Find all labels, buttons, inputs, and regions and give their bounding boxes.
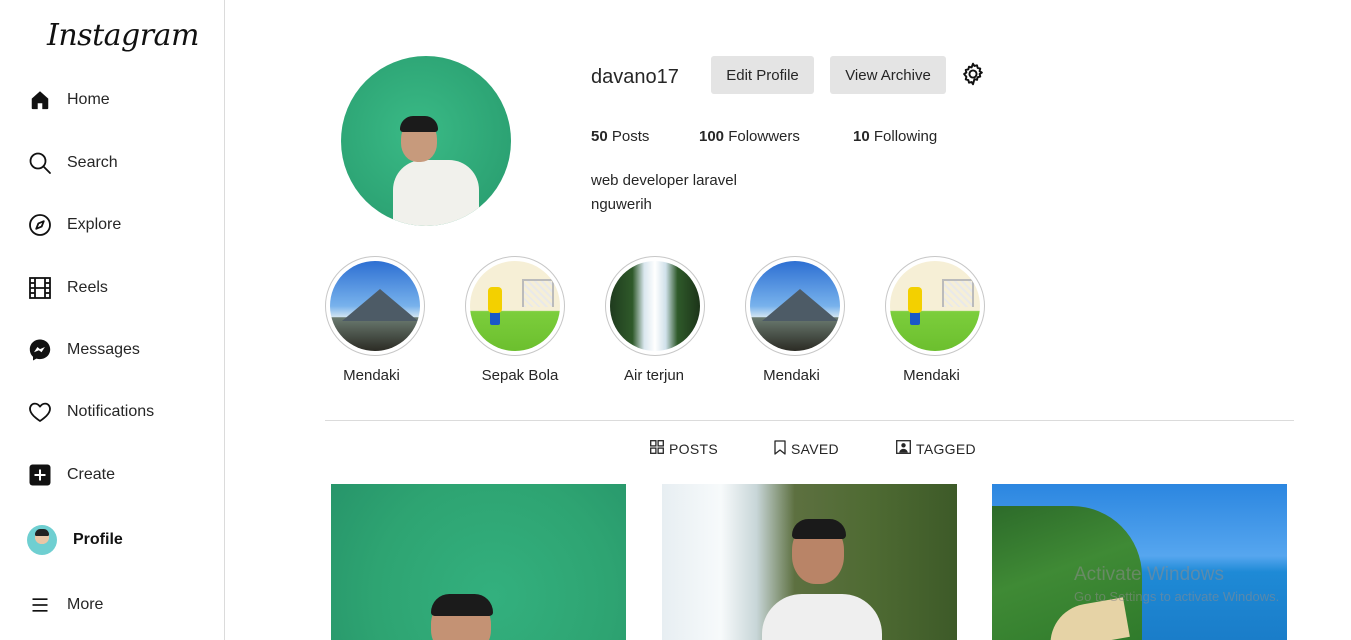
highlight-label: Air terjun (623, 367, 685, 384)
search-icon (27, 150, 53, 176)
highlight-label: Mendaki (903, 367, 960, 384)
sidebar-item-search[interactable]: Search (27, 148, 118, 178)
sidebar-item-label: Messages (67, 341, 140, 358)
following-count-value: 10 (853, 128, 870, 145)
sidebar-item-label: Notifications (67, 403, 155, 420)
sidebar-item-notifications[interactable]: Notifications (27, 397, 154, 427)
sidebar-item-create[interactable]: Create (27, 460, 115, 490)
highlight-label: Sepak Bola (481, 367, 559, 384)
sidebar-item-profile[interactable]: Profile (27, 525, 123, 555)
bookmark-icon (774, 440, 791, 458)
highlight-image (610, 261, 700, 351)
post-person-shirt (762, 594, 882, 640)
profile-picture-body (393, 160, 479, 226)
followers-count[interactable]: 100 Folowwers (699, 128, 800, 145)
post-thumbnail[interactable] (662, 484, 957, 640)
post-person-hair (431, 594, 493, 616)
highlight-mendaki[interactable] (325, 256, 425, 356)
posts-count: 50 Posts (591, 128, 649, 145)
highlight-sepak-bola[interactable] (465, 256, 565, 356)
messenger-icon (27, 337, 53, 363)
profile-picture-hair (400, 116, 438, 132)
highlight-image (330, 261, 420, 351)
avatar (27, 525, 57, 555)
highlight-mendaki-2[interactable] (745, 256, 845, 356)
heart-icon (27, 399, 53, 425)
highlight-image (470, 261, 560, 351)
sidebar-item-home[interactable]: Home (27, 85, 110, 115)
grid-icon (650, 440, 669, 457)
sidebar-item-label: Home (67, 91, 110, 108)
highlight-label: Mendaki (763, 367, 820, 384)
compass-icon (27, 212, 53, 238)
sidebar: Instagram Home Search Explore Reels Mess… (0, 0, 225, 640)
sidebar-item-explore[interactable]: Explore (27, 210, 121, 240)
following-count-label: Following (873, 128, 938, 145)
posts-count-label: Posts (611, 128, 650, 145)
tag-person-icon (896, 440, 916, 457)
sidebar-item-label: Reels (67, 279, 108, 296)
post-person-hair (792, 519, 846, 539)
menu-icon (27, 592, 53, 618)
followers-count-value: 100 (699, 128, 725, 145)
gear-icon[interactable] (960, 61, 986, 87)
sidebar-item-label: More (67, 596, 104, 613)
view-archive-button[interactable]: View Archive (830, 56, 946, 94)
sidebar-item-more[interactable]: More (27, 590, 103, 620)
tab-label: POSTS (669, 440, 718, 457)
tab-tagged[interactable]: TAGGED (896, 440, 976, 457)
highlight-image (750, 261, 840, 351)
profile-picture[interactable] (341, 56, 511, 226)
sidebar-item-label: Profile (73, 531, 123, 548)
sidebar-item-label: Search (67, 154, 118, 171)
tabs-divider (325, 420, 1294, 421)
highlight-label: Mendaki (343, 367, 400, 384)
sidebar-item-label: Explore (67, 216, 122, 233)
following-count[interactable]: 10 Following (853, 128, 937, 145)
highlight-mendaki-3[interactable] (885, 256, 985, 356)
posts-count-value: 50 (591, 128, 608, 145)
plus-square-icon (27, 462, 53, 488)
profile-username: davano17 (591, 66, 679, 88)
highlight-image (890, 261, 980, 351)
tab-label: SAVED (791, 441, 839, 457)
film-icon (27, 275, 53, 301)
sidebar-item-messages[interactable]: Messages (27, 335, 140, 365)
tab-posts[interactable]: POSTS (650, 440, 718, 457)
followers-count-label: Folowwers (728, 128, 800, 145)
post-thumbnail[interactable] (331, 484, 626, 640)
home-icon (27, 87, 53, 113)
profile-main: davano17 Edit Profile View Archive 50 Po… (226, 0, 1351, 640)
bio-line: nguwerih (591, 196, 652, 213)
bio-line: web developer laravel (591, 172, 737, 189)
sidebar-item-reels[interactable]: Reels (27, 273, 108, 303)
edit-profile-button[interactable]: Edit Profile (711, 56, 814, 94)
post-thumbnail[interactable] (992, 484, 1287, 640)
tab-saved[interactable]: SAVED (774, 440, 839, 458)
tab-label: TAGGED (916, 440, 976, 457)
instagram-logo[interactable]: Instagram (47, 18, 199, 53)
sidebar-item-label: Create (67, 466, 116, 483)
highlight-air-terjun[interactable] (605, 256, 705, 356)
